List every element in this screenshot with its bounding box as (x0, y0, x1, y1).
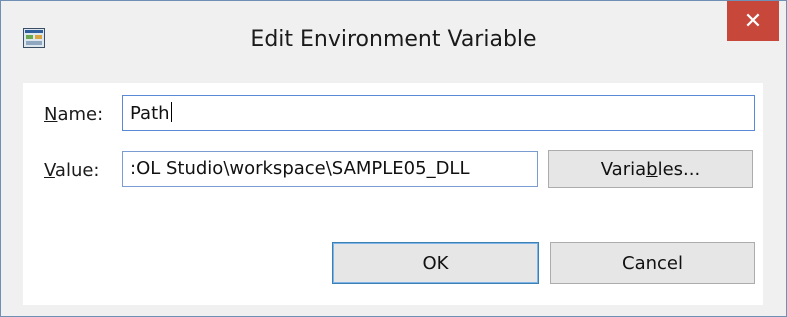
title-bar[interactable]: Edit Environment Variable ✕ (1, 1, 786, 83)
name-label: Name: (44, 104, 104, 125)
dialog-title: Edit Environment Variable (250, 27, 537, 52)
cancel-button[interactable]: Cancel (550, 242, 755, 284)
close-button[interactable]: ✕ (727, 1, 779, 41)
value-field[interactable]: :OL Studio\workspace\SAMPLE05_DLL (122, 151, 538, 187)
text-caret (170, 102, 172, 122)
variables-button[interactable]: Varia b les... (548, 150, 753, 188)
dialog-body: Name: Path Value: :OL Studio\workspace\S… (23, 83, 763, 305)
value-label: Value: (44, 160, 100, 181)
name-field[interactable]: Path (122, 95, 755, 131)
edit-environment-variable-dialog: Edit Environment Variable ✕ Name: Path V… (0, 0, 787, 317)
close-icon: ✕ (743, 8, 763, 34)
ok-button[interactable]: OK (332, 242, 539, 284)
